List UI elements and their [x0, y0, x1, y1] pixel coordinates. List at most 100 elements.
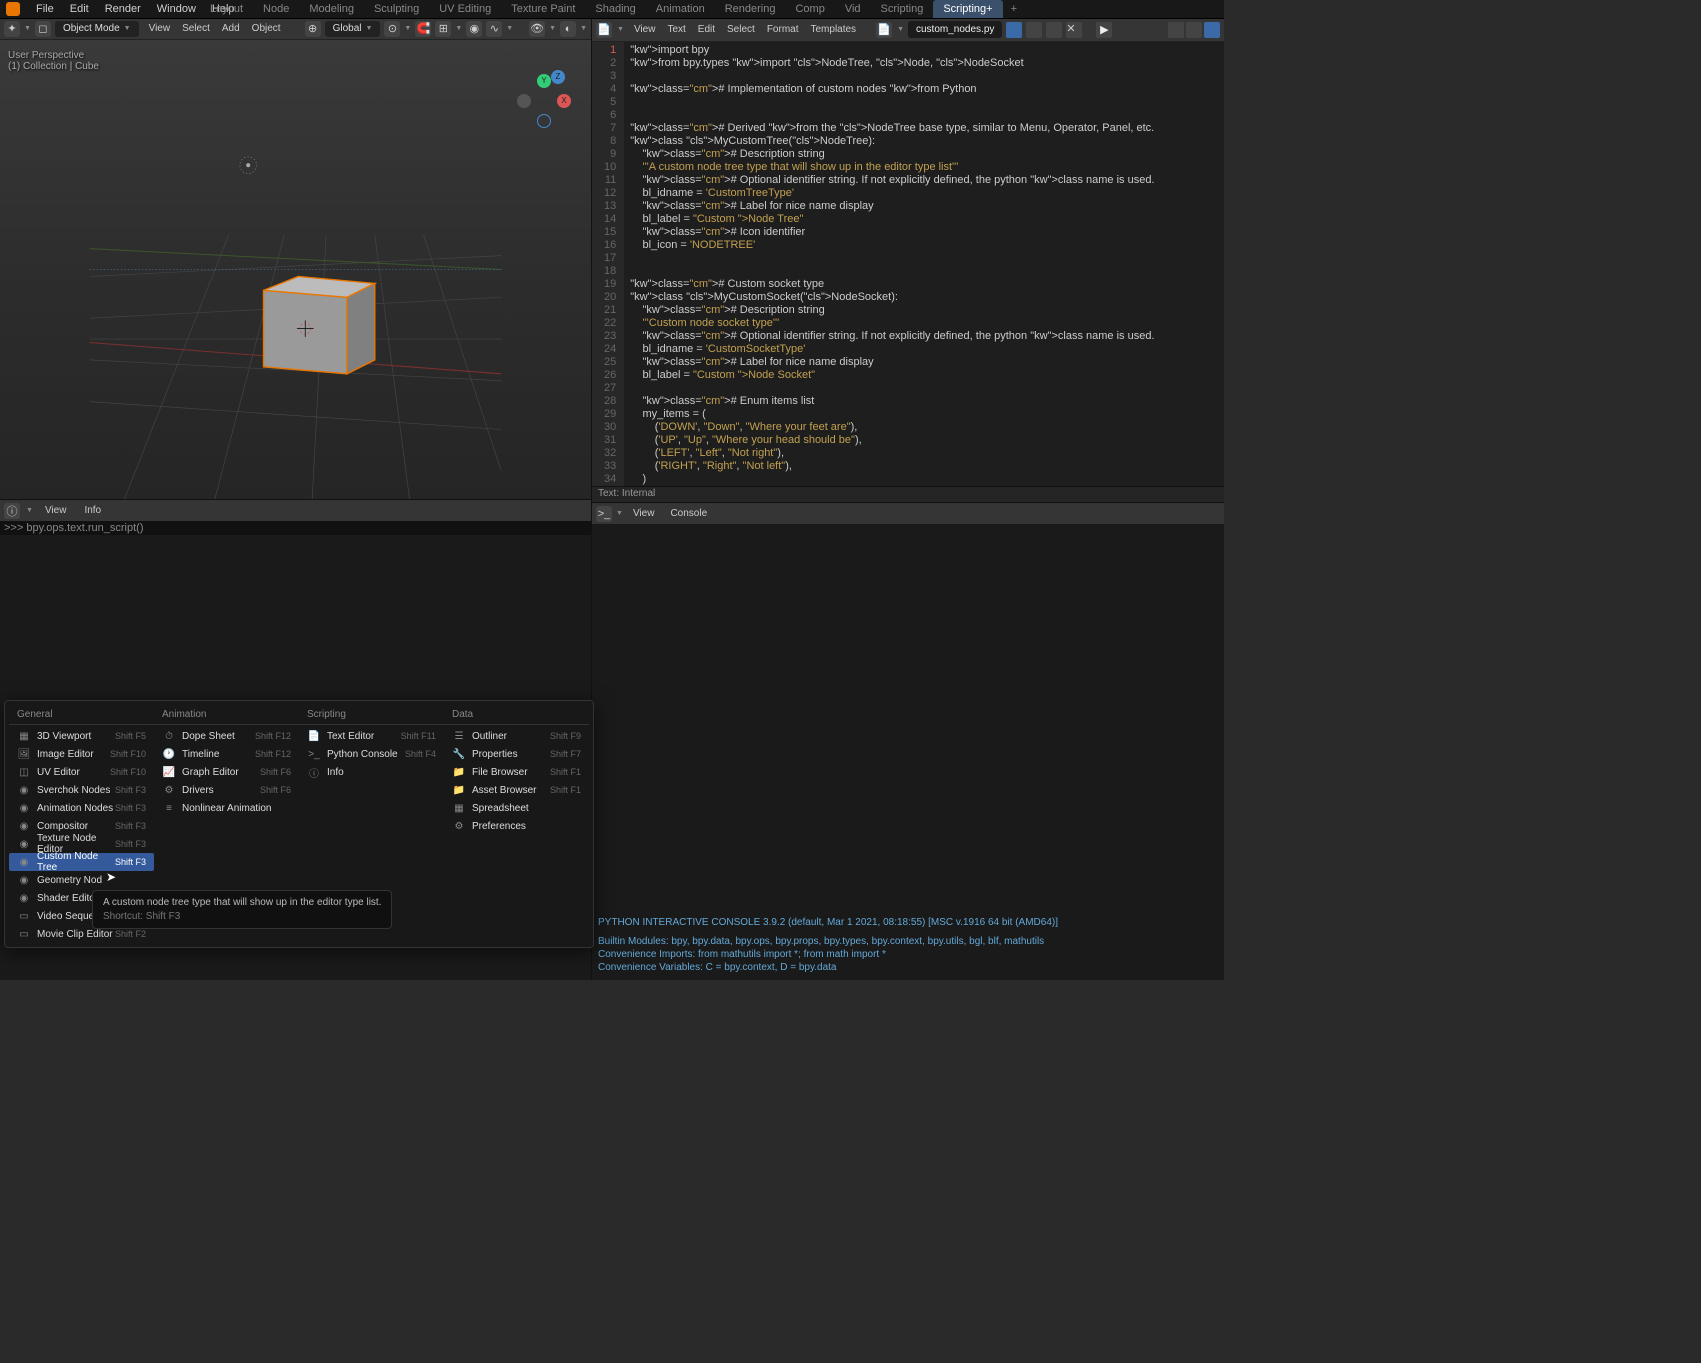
menu-item-nonlinear-animation[interactable]: ≡Nonlinear Animation [154, 799, 299, 817]
text-menu-view[interactable]: View [628, 22, 662, 37]
menu-item-graph-editor[interactable]: 📈Graph EditorShift F6 [154, 763, 299, 781]
menu-item-file-browser[interactable]: 📁File BrowserShift F1 [444, 763, 589, 781]
workspace-tab-texture-paint[interactable]: Texture Paint [501, 0, 585, 18]
topmenu-edit[interactable]: Edit [62, 1, 97, 17]
menu-item-3d-viewport[interactable]: ▦3D ViewportShift F5 [9, 727, 154, 745]
menu-item-asset-browser[interactable]: 📁Asset BrowserShift F1 [444, 781, 589, 799]
orientation-icon[interactable]: ⊕ [305, 21, 321, 37]
menu-item-sverchok-nodes[interactable]: ◉Sverchok NodesShift F3 [9, 781, 154, 799]
register-icon[interactable] [1006, 22, 1022, 38]
menu-item-timeline[interactable]: 🕐TimelineShift F12 [154, 745, 299, 763]
viewport-menu-object[interactable]: Object [246, 21, 287, 36]
add-workspace-button[interactable]: + [1003, 0, 1025, 18]
viewport-header: ✦ ▼ ◻ Object Mode▼ ViewSelectAddObject ⊕… [0, 18, 591, 40]
menu-item-animation-nodes[interactable]: ◉Animation NodesShift F3 [9, 799, 154, 817]
workspace-tab-modeling[interactable]: Modeling [299, 0, 364, 18]
workspace-tab-scripting[interactable]: Scripting [871, 0, 934, 18]
info-info-menu[interactable]: Info [78, 503, 107, 518]
workspace-tab-rendering[interactable]: Rendering [715, 0, 786, 18]
code-content[interactable]: "kw">import bpy"kw">from bpy.types "kw">… [624, 42, 1224, 486]
workspace-tab-shading[interactable]: Shading [585, 0, 645, 18]
filename-field[interactable]: custom_nodes.py [908, 21, 1002, 38]
workspace-tab-layout[interactable]: Layout [200, 0, 253, 18]
console-console-menu[interactable]: Console [664, 506, 713, 521]
snap-type-icon[interactable]: ⊞ [435, 21, 451, 37]
menu-item-info[interactable]: ⓘInfo [299, 763, 444, 781]
datablock-icon[interactable]: 📄 [876, 22, 892, 38]
syntax-highlight-icon[interactable] [1204, 22, 1220, 38]
editor-type-icon[interactable]: ✦ [4, 21, 20, 37]
menu-item-icon: ◉ [17, 873, 31, 887]
text-menu-templates[interactable]: Templates [804, 22, 862, 37]
viewport-menu-view[interactable]: View [143, 21, 177, 36]
menu-item-properties[interactable]: 🔧PropertiesShift F7 [444, 745, 589, 763]
console-view-menu[interactable]: View [627, 506, 661, 521]
workspace-tab-comp[interactable]: Comp [785, 0, 834, 18]
workspace-tab-sculpting[interactable]: Sculpting [364, 0, 429, 18]
workspace-tab-uv-editing[interactable]: UV Editing [429, 0, 501, 18]
topmenu-render[interactable]: Render [97, 1, 149, 17]
snap-icon[interactable]: 🧲 [415, 21, 431, 37]
menu-item-shortcut: Shift F3 [115, 785, 146, 795]
menu-item-preferences[interactable]: ⚙Preferences [444, 817, 589, 835]
mode-icon[interactable]: ◻ [35, 21, 51, 37]
overlay-icon[interactable]: 👁 [529, 21, 545, 37]
3d-viewport[interactable]: User Perspective (1) Collection | Cube Y… [0, 40, 591, 499]
blender-logo-icon[interactable] [6, 2, 20, 16]
topmenu-window[interactable]: Window [149, 1, 204, 17]
menu-item-image-editor[interactable]: 🖼Image EditorShift F10 [9, 745, 154, 763]
menu-item-drivers[interactable]: ⚙DriversShift F6 [154, 781, 299, 799]
nav-gizmo[interactable]: Y Z X [515, 70, 571, 126]
workspace-tab-scripting-[interactable]: Scripting+ [933, 0, 1002, 18]
menu-item-python-console[interactable]: >_Python ConsoleShift F4 [299, 745, 444, 763]
menu-item-shortcut: Shift F5 [115, 731, 146, 741]
menu-item-dope-sheet[interactable]: ⏱Dope SheetShift F12 [154, 727, 299, 745]
gizmo-x-icon[interactable]: X [557, 94, 571, 108]
word-wrap-icon[interactable] [1186, 22, 1202, 38]
text-menu-select[interactable]: Select [721, 22, 761, 37]
menu-item-icon: ▭ [17, 927, 31, 941]
proportional-icon[interactable]: ◉ [466, 21, 482, 37]
menu-item-outliner[interactable]: ☰OutlinerShift F9 [444, 727, 589, 745]
chevron-down-icon: ▼ [26, 507, 33, 514]
menu-item-shortcut: Shift F9 [550, 731, 581, 741]
viewport-menu-select[interactable]: Select [176, 21, 216, 36]
text-menu-text[interactable]: Text [661, 22, 691, 37]
line-numbers-icon[interactable] [1168, 22, 1184, 38]
menu-item-geometry-nod[interactable]: ◉Geometry Nod [9, 871, 154, 889]
mode-dropdown[interactable]: Object Mode▼ [55, 21, 139, 37]
gizmo-z-icon[interactable]: Z [551, 70, 565, 84]
shading-icon[interactable]: ◐ [560, 21, 576, 37]
viewport-menu-add[interactable]: Add [216, 21, 246, 36]
open-text-icon[interactable] [1046, 22, 1062, 38]
workspace-tab-vid[interactable]: Vid [835, 0, 871, 18]
menu-item-shortcut: Shift F4 [405, 749, 436, 759]
gizmo-y-icon[interactable]: Y [537, 74, 551, 88]
menu-item-custom-node-tree[interactable]: ◉Custom Node TreeShift F3 [9, 853, 154, 871]
pivot-icon[interactable]: ⊙ [384, 21, 400, 37]
menu-item-uv-editor[interactable]: ◫UV EditorShift F10 [9, 763, 154, 781]
workspace-tab-animation[interactable]: Animation [646, 0, 715, 18]
editor-type-icon[interactable]: 📄 [596, 22, 612, 38]
workspace-tab-node[interactable]: Node [253, 0, 299, 18]
menu-item-text-editor[interactable]: 📄Text EditorShift F11 [299, 727, 444, 745]
menu-item-shortcut: Shift F1 [550, 767, 581, 777]
text-menu-edit[interactable]: Edit [692, 22, 721, 37]
proportional-type-icon[interactable]: ∿ [486, 21, 502, 37]
run-script-button[interactable]: ▶ [1096, 22, 1112, 38]
orientation-dropdown[interactable]: Global▼ [325, 21, 381, 37]
info-area-header: ⓘ ▼ View Info [0, 499, 591, 521]
text-editor[interactable]: 1234567891011121314151617181920212223242… [592, 42, 1224, 486]
cube-object[interactable] [264, 276, 375, 373]
menu-item-spreadsheet[interactable]: ▦Spreadsheet [444, 799, 589, 817]
text-status-line: Text: Internal [592, 486, 1224, 502]
info-view-menu[interactable]: View [39, 503, 73, 518]
editor-type-icon[interactable]: >_ [596, 506, 612, 522]
menu-item-label: Graph Editor [182, 767, 260, 778]
new-text-icon[interactable] [1026, 22, 1042, 38]
editor-type-dropdown-button[interactable]: ⓘ [4, 503, 20, 519]
unlink-icon[interactable]: ✕ [1066, 22, 1082, 38]
text-menu-format[interactable]: Format [761, 22, 805, 37]
topmenu-file[interactable]: File [28, 1, 62, 17]
python-console[interactable]: PYTHON INTERACTIVE CONSOLE 3.9.2 (defaul… [592, 524, 1224, 980]
